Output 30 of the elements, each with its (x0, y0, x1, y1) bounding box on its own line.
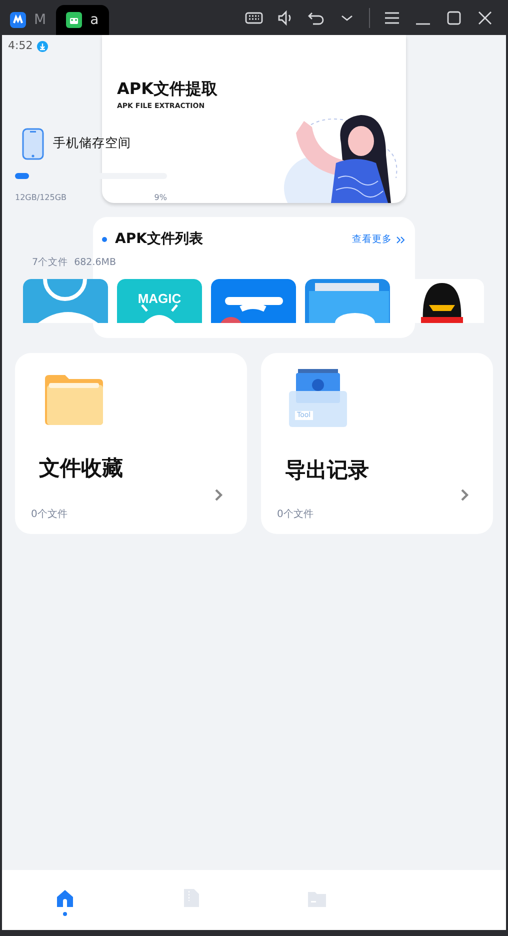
storage-usage: 12GB/125GB (15, 192, 67, 204)
phone-icon (22, 128, 44, 160)
close-icon[interactable] (476, 8, 494, 26)
view-more-link[interactable]: 查看更多 (352, 233, 405, 248)
window-tab[interactable]: M (0, 5, 56, 35)
icon-text: MAGIC (136, 290, 182, 308)
bullet-icon (102, 237, 107, 242)
maximize-icon[interactable] (445, 8, 463, 26)
double-chevron-icon (396, 236, 405, 244)
download-icon (36, 40, 48, 52)
android-icon (66, 12, 82, 28)
home-icon (55, 888, 75, 908)
feature-card[interactable]: 文件收藏 0个文件 (15, 352, 247, 534)
app-logo-icon (10, 12, 26, 28)
chevron-right-icon (460, 488, 469, 502)
file-count: 0个文件 (31, 508, 68, 522)
banner-title: APK文件提取 (117, 78, 218, 100)
file-count: 0个文件 (277, 508, 314, 522)
list-title: APK文件列表 (115, 230, 203, 249)
card-title: 文件收藏 (39, 454, 124, 482)
toolbox-icon (289, 368, 349, 429)
storage-percent: 9% (154, 192, 167, 204)
storage-label: 手机储存空间 (53, 134, 131, 152)
zip-icon (181, 888, 201, 908)
file-summary: 7个文件 682.6MB (32, 256, 117, 270)
status-time: 4:52 (8, 38, 33, 54)
window-tab[interactable]: a (56, 5, 109, 35)
card-title: 导出记录 (285, 456, 370, 484)
volume-icon[interactable] (276, 8, 294, 26)
chevron-right-icon (214, 488, 223, 502)
